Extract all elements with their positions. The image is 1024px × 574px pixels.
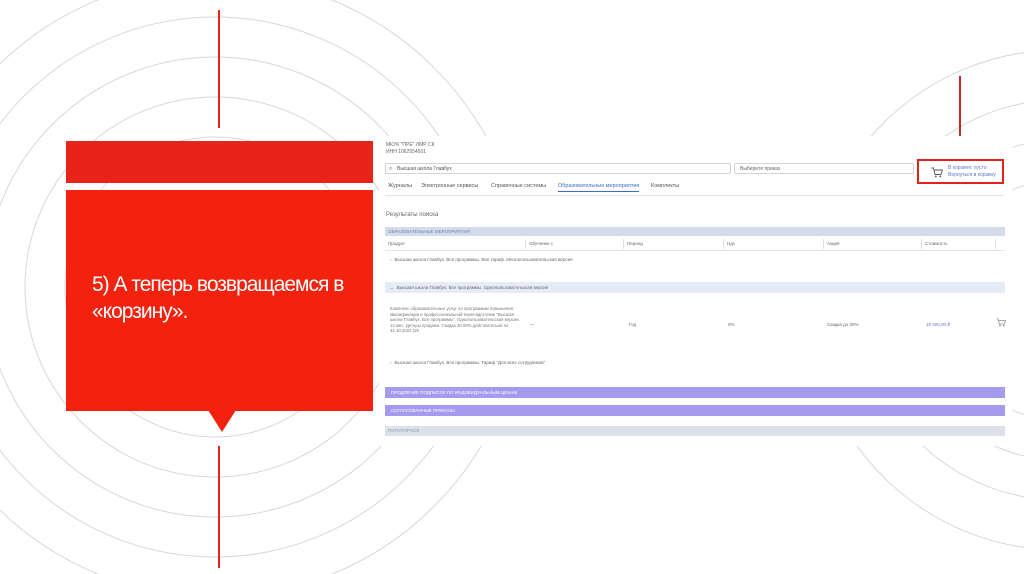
popular-section-bar[interactable]: ПОПУЛЯРНОЕ bbox=[385, 426, 1005, 436]
tab-kits[interactable]: Комплекты bbox=[651, 183, 679, 189]
product-price: 19 300,00 ₽ bbox=[926, 322, 951, 327]
col-start: Обучение с bbox=[525, 239, 623, 249]
table-header-line bbox=[385, 250, 1005, 251]
org-name: МКУК "ПРЕ" ЛМР СК bbox=[386, 142, 435, 148]
section-header: ОБРАЗОВАТЕЛЬНЫЕ МЕРОПРИЯТИЯ bbox=[385, 227, 1005, 236]
tab-journals[interactable]: Журналы bbox=[388, 183, 412, 189]
chevron-right-icon: › bbox=[390, 360, 392, 365]
red-vertical-line-bottom bbox=[218, 446, 220, 568]
org-inn: ИНН 1062554501 bbox=[386, 149, 427, 155]
results-title: Результаты поиска bbox=[386, 212, 439, 218]
red-strip bbox=[66, 141, 373, 183]
product-promo: Скидка до 30% bbox=[827, 322, 859, 327]
product-start: — bbox=[530, 322, 535, 327]
chevron-right-icon: › bbox=[390, 257, 392, 262]
shop-screenshot: МКУК "ПРЕ" ЛМР СК ИНН 1062554501 ⌕ Высша… bbox=[379, 136, 1012, 446]
chevron-down-icon: ⌄ bbox=[390, 285, 394, 290]
search-value: Высшая школа Главбух bbox=[397, 166, 452, 172]
product-description: Комплекс образовательных услуг по програ… bbox=[390, 306, 520, 333]
tab-reference-systems[interactable]: Справочные системы bbox=[491, 183, 546, 189]
return-to-cart-link[interactable]: Вернуться в корзину bbox=[948, 172, 996, 178]
tab-educational-events[interactable]: Образовательные мероприятия bbox=[558, 183, 640, 192]
table-row[interactable]: › Высшая школа Главбух. Все программы. Ви… bbox=[385, 257, 1005, 262]
agreed-orders-bar[interactable]: СОГЛАСОВАННЫЕ ПРИКАЗЫ bbox=[385, 405, 1005, 416]
search-input[interactable]: ⌕ Высшая школа Главбух bbox=[385, 163, 731, 174]
tab-e-services[interactable]: Электронные сервисы bbox=[421, 183, 478, 189]
col-price: Стоимость bbox=[921, 239, 995, 249]
table-row-expanded[interactable]: ⌄ Высшая школа Главбух. Все программы. Од… bbox=[385, 282, 1005, 293]
col-promo: Акция bbox=[823, 239, 921, 249]
price-order-select[interactable]: Выберите приказ bbox=[734, 163, 914, 174]
cart-icon bbox=[931, 167, 943, 178]
red-vertical-line-top bbox=[218, 10, 220, 128]
product-period: Год bbox=[629, 322, 637, 327]
product-detail: Комплекс образовательных услуг по програ… bbox=[385, 294, 1006, 349]
slide-title: 5) А теперь возвращаемся в «корзину». bbox=[92, 273, 344, 323]
row-label: Высшая школа Главбух. Все программы. Вип… bbox=[394, 257, 573, 262]
col-period: Период bbox=[623, 239, 723, 249]
tabs-divider bbox=[385, 195, 1004, 196]
renewal-section-bar[interactable]: ПРОДЛЕНИЕ ПОДПИСОК ПО ИНДИВИДУАЛЬНЫМ ЦЕН… bbox=[385, 387, 1005, 398]
product-vat: 0% bbox=[728, 322, 735, 327]
cart-widget[interactable]: В корзине: пусто Вернуться в корзину bbox=[917, 159, 1004, 184]
row-label: Высшая школа Главбух. Все программы. Одн… bbox=[396, 285, 549, 290]
row-label: Высшая школа Главбух. Все программы. Тар… bbox=[394, 360, 546, 365]
col-action bbox=[995, 239, 1005, 249]
add-to-cart-icon[interactable] bbox=[996, 318, 1006, 327]
title-box-pointer bbox=[208, 410, 236, 432]
table-row[interactable]: › Высшая школа Главбух. Все программы. Та… bbox=[385, 360, 1005, 365]
search-icon: ⌕ bbox=[389, 166, 393, 172]
org-info: МКУК "ПРЕ" ЛМР СК ИНН 1062554501 bbox=[386, 142, 435, 156]
col-product: Продукт bbox=[388, 241, 406, 246]
col-vat: Ндс bbox=[723, 239, 823, 249]
cart-status: В корзине: пусто bbox=[948, 165, 987, 171]
